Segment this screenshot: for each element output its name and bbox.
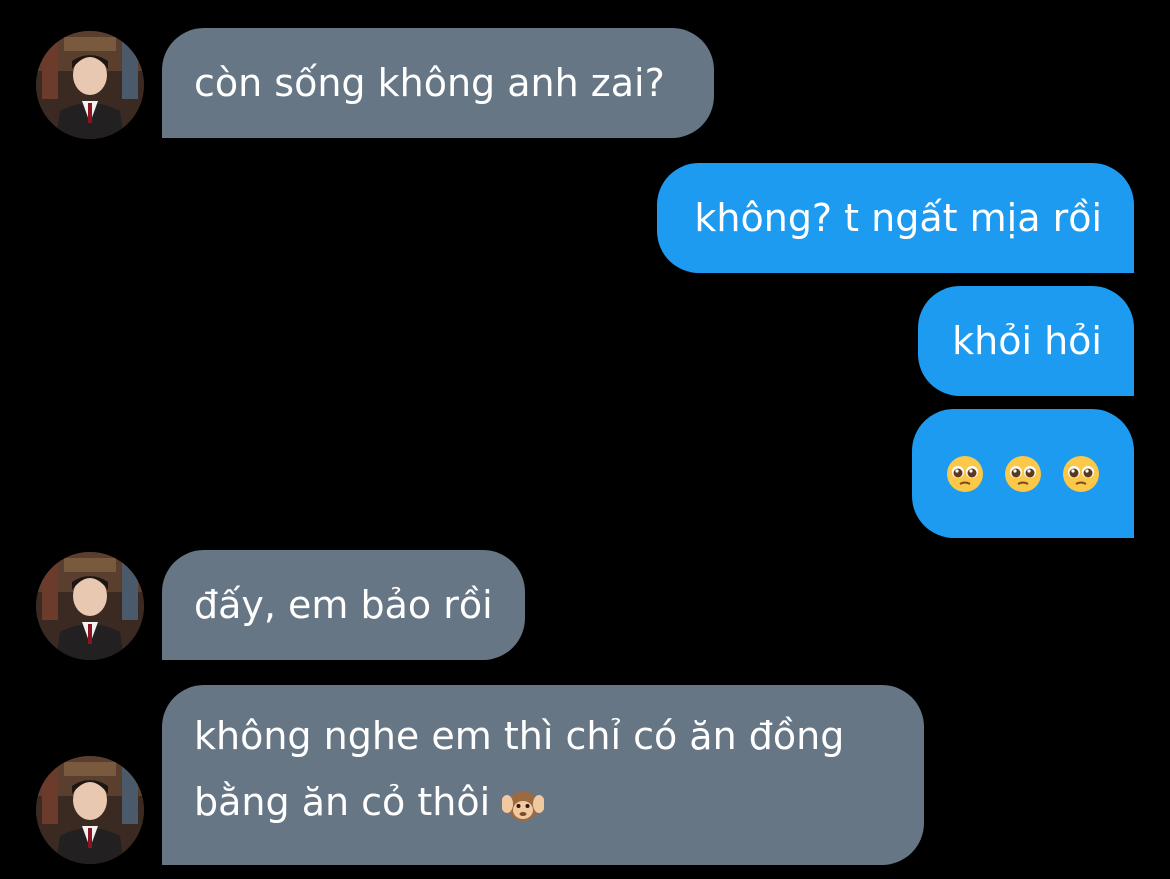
contact-avatar[interactable]: [36, 756, 144, 864]
message-bubble-incoming[interactable]: không nghe em thì chỉ có ăn đồng bằng ăn…: [162, 685, 924, 865]
pleading-face-emoji-icon: [1063, 455, 1099, 492]
message-bubble-incoming[interactable]: đấy, em bảo rồi: [162, 550, 525, 660]
message-text: không? t ngất mịa rồi: [694, 196, 1102, 240]
contact-avatar[interactable]: [36, 552, 144, 660]
message-bubble-outgoing[interactable]: không? t ngất mịa rồi: [657, 163, 1134, 273]
contact-avatar[interactable]: [36, 31, 144, 139]
message-bubble-outgoing[interactable]: [912, 409, 1134, 538]
avatar-photo: [36, 552, 144, 660]
hear-no-evil-monkey-emoji-icon: [502, 790, 545, 821]
pleading-face-emoji-icon: [1005, 455, 1041, 492]
avatar-photo: [36, 756, 144, 864]
emoji-row: [942, 409, 1104, 538]
avatar-photo: [36, 31, 144, 139]
message-text: đấy, em bảo rồi: [194, 583, 493, 627]
message-text: còn sống không anh zai?: [194, 61, 665, 105]
message-text: khỏi hỏi: [952, 319, 1102, 363]
message-bubble-outgoing[interactable]: khỏi hỏi: [918, 286, 1134, 396]
message-bubble-incoming[interactable]: còn sống không anh zai?: [162, 28, 714, 138]
pleading-face-emoji-icon: [947, 455, 983, 492]
